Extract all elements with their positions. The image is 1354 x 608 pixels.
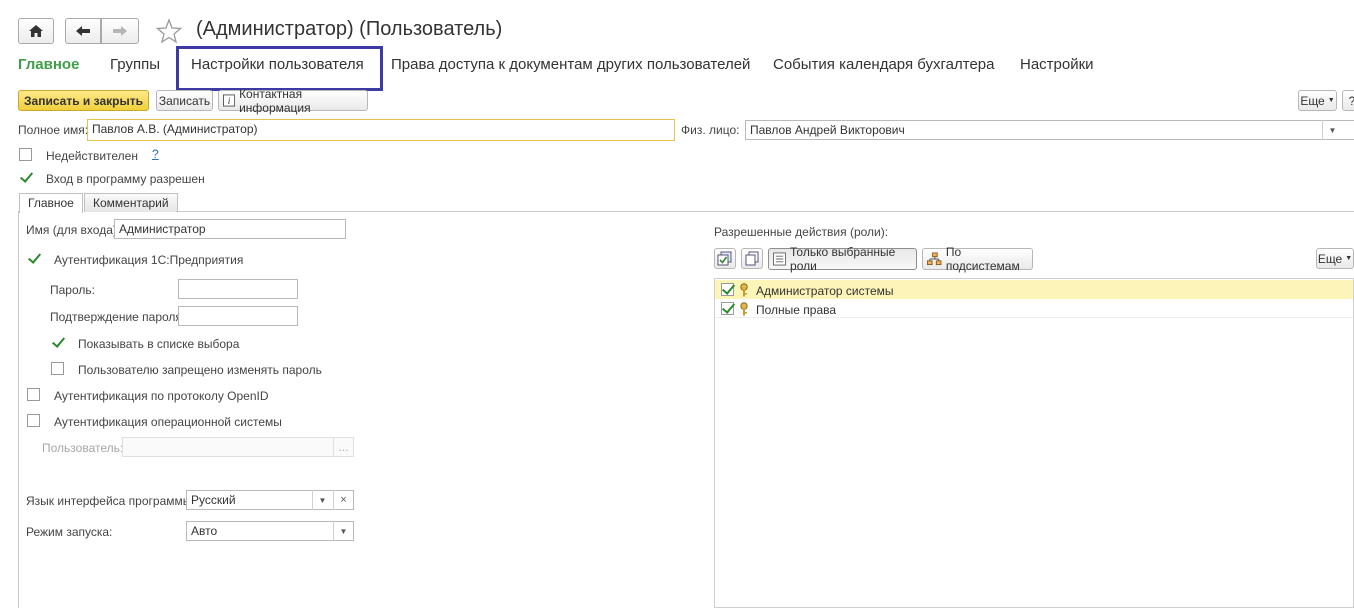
only-selected-roles-label: Только выбранные роли [790,245,896,273]
role-label: Полные права [756,303,837,317]
person-dropdown-icon[interactable]: ▼ [1322,120,1342,140]
home-button[interactable] [18,18,54,44]
back-arrow-icon [76,26,90,36]
launch-mode-dropdown-icon[interactable]: ▼ [333,521,353,541]
check-all-icon [717,251,732,266]
os-auth-checkbox[interactable] [27,414,40,427]
roles-more-button[interactable]: Еще ▼ [1316,248,1354,269]
chevron-down-icon: ▼ [1345,255,1353,262]
by-subsystems-label: По подсистемам [945,245,1020,273]
copy-button[interactable] [741,248,763,269]
tab-access-rights[interactable]: Права доступа к документам других пользо… [391,56,750,73]
person-value: Павлов Андрей Викторович [750,123,905,137]
invalid-checkbox[interactable] [19,148,32,161]
more-label: Еще [1300,93,1325,108]
password-label: Пароль: [50,283,95,297]
info-icon: i [223,94,236,107]
invalid-label: Недействителен [46,149,138,163]
tab-content-border [176,211,1354,212]
login-allowed-checkbox[interactable] [19,171,32,184]
role-checkbox[interactable] [721,283,734,296]
key-icon [740,283,748,297]
inner-tab-comment[interactable]: Комментарий [84,193,178,212]
favorite-star-button[interactable] [155,18,183,44]
language-dropdown-icon[interactable]: ▼ [312,490,332,510]
contact-info-label: Контактная информация [239,86,311,115]
roles-header: Разрешенные действия (роли): [714,225,889,239]
show-in-list-checkbox[interactable] [51,336,64,349]
forward-button[interactable] [101,18,139,44]
login-allowed-label: Вход в программу разрешен [46,172,205,186]
inner-tab-main[interactable]: Главное [19,193,83,213]
person-field[interactable]: Павлов Андрей Викторович [745,120,1354,140]
password-confirm-field[interactable] [178,306,298,326]
check-all-button[interactable] [714,248,736,269]
only-selected-roles-button[interactable]: Только выбранные роли [768,245,917,273]
os-auth-label: Аутентификация операционной системы [54,415,282,429]
no-change-password-label: Пользователю запрещено изменять пароль [78,363,322,377]
password-confirm-label: Подтверждение пароля: [50,310,186,324]
save-button[interactable]: Записать [156,90,213,111]
login-name-label: Имя (для входа): [26,223,121,237]
left-panel-border [18,211,19,608]
home-icon [29,25,43,37]
save-close-button[interactable]: Записать и закрыть [18,90,149,111]
no-change-password-checkbox[interactable] [51,362,64,375]
auth-1c-checkbox[interactable] [27,252,40,265]
os-user-select-button: ... [333,437,354,457]
forward-arrow-icon [113,26,127,36]
help-button[interactable]: ? [1342,90,1354,111]
role-checkbox[interactable] [721,302,734,315]
openid-label: Аутентификация по протоколу OpenID [54,389,269,403]
role-label: Администратор системы [756,284,894,298]
launch-mode-field[interactable]: Авто [186,521,354,541]
show-in-list-label: Показывать в списке выбора [78,337,240,351]
login-name-field[interactable]: Администратор [114,219,346,239]
full-name-field[interactable]: Павлов А.В. (Администратор) [87,119,675,141]
help-mark[interactable]: ? [152,147,159,161]
language-label: Язык интерфейса программы: [26,494,195,508]
list-item[interactable]: Администратор системы [715,280,1353,299]
launch-mode-value: Авто [191,524,218,538]
auth-1c-label: Аутентификация 1С:Предприятия [54,253,244,267]
language-value: Русский [191,493,236,507]
roles-more-label: Еще [1317,251,1343,266]
chevron-down-icon: ▼ [1327,97,1335,104]
tab-settings[interactable]: Настройки [1020,56,1094,73]
person-label: Физ. лицо: [681,123,740,137]
window-title: (Администратор) (Пользователь) [196,18,503,40]
star-icon [155,18,183,44]
contact-info-button[interactable]: i Контактная информация [218,87,368,115]
password-field[interactable] [178,279,298,299]
openid-checkbox[interactable] [27,388,40,401]
list-item[interactable]: Полные права [715,299,1353,318]
full-name-label: Полное имя: [18,123,89,137]
tab-groups[interactable]: Группы [110,56,160,73]
highlight-frame [176,46,383,91]
os-user-label: Пользователь: [42,441,124,455]
os-user-field [122,437,334,457]
key-icon [740,302,748,316]
svg-text:i: i [228,97,231,107]
by-subsystems-button[interactable]: По подсистемам [922,245,1033,273]
language-clear-icon[interactable]: × [333,490,353,510]
copy-icon [745,251,759,266]
hierarchy-icon [927,252,942,266]
roles-list: Администратор системы Полные права [714,278,1354,608]
tab-main[interactable]: Главное [18,56,79,73]
more-button[interactable]: Еще ▼ [1298,90,1337,111]
tab-calendar-events[interactable]: События календаря бухгалтера [773,56,994,73]
list-icon [773,252,787,266]
back-button[interactable] [65,18,101,44]
launch-mode-label: Режим запуска: [26,525,113,539]
